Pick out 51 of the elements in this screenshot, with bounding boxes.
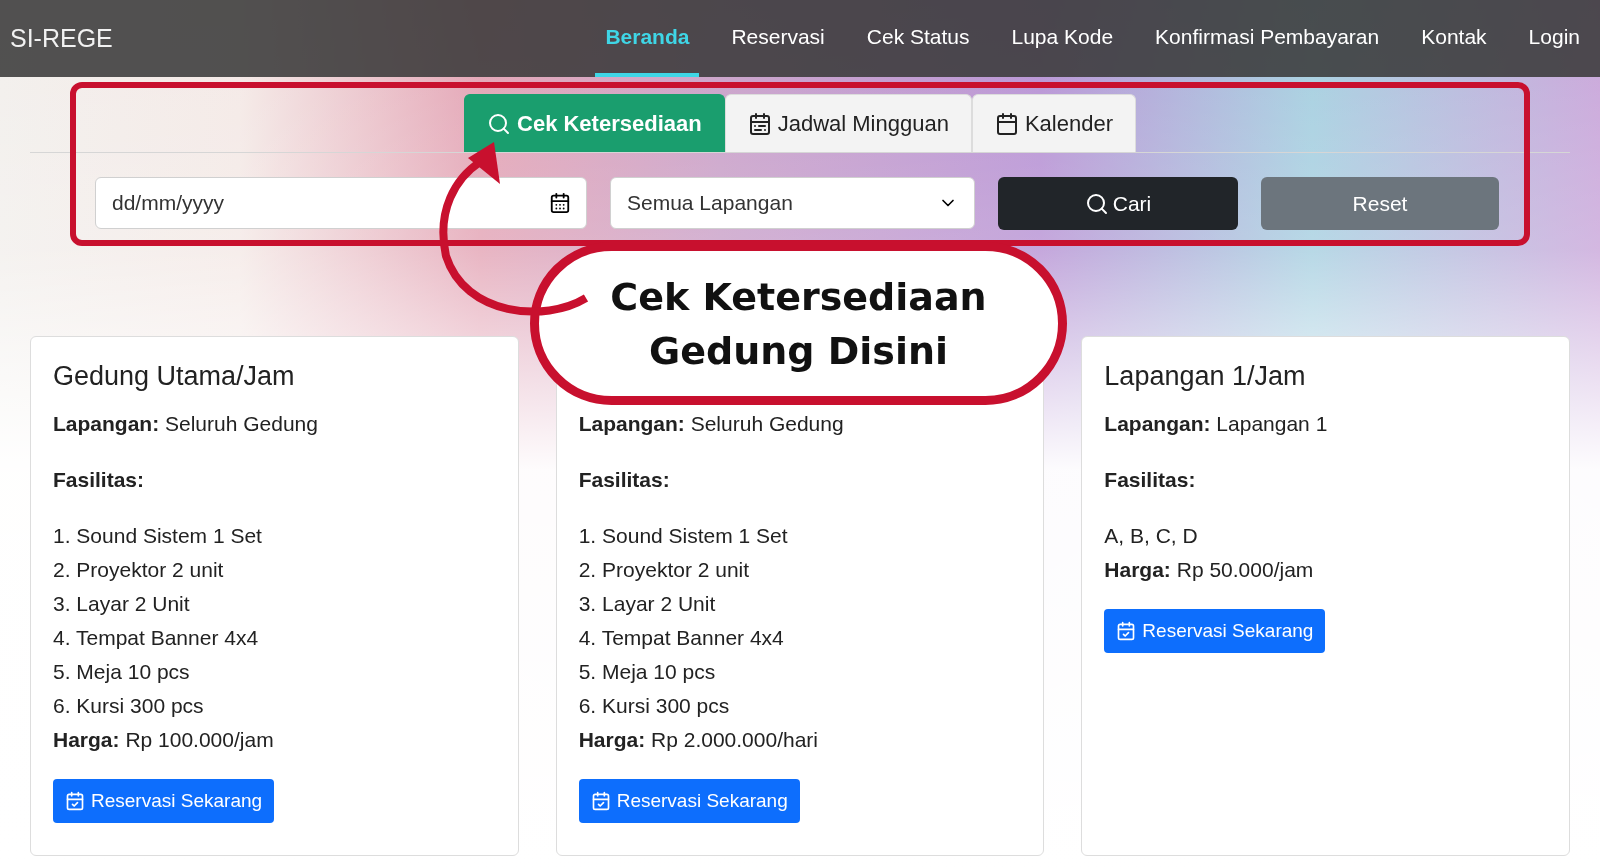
search-button[interactable]: Cari (998, 177, 1238, 230)
nav-link[interactable]: Kontak (1411, 0, 1497, 77)
nav-link[interactable]: Konfirmasi Pembayaran (1145, 0, 1390, 77)
nav-link[interactable]: Reservasi (721, 0, 835, 77)
facility-item: 3. Layar 2 Unit (53, 591, 191, 617)
price-info: Harga: Rp 50.000/jam (1104, 557, 1315, 583)
nav-link[interactable]: Cek Status (856, 0, 980, 77)
calendar-check-icon (1116, 621, 1137, 641)
court-info: Lapangan: Lapangan 1 (1104, 411, 1329, 437)
facility-item: 4. Tempat Banner 4x4 (53, 625, 260, 651)
callout-text: Cek Ketersediaan (610, 273, 987, 321)
facility-item: 6. Kursi 300 pcs (53, 693, 205, 719)
tab[interactable]: Jadwal Mingguan (724, 94, 972, 152)
facility-item: 1. Sound Sistem 1 Set (578, 523, 789, 549)
facilities-label: Fasilitas: (1104, 467, 1197, 493)
calendar-icon (994, 111, 1019, 136)
reserve-button[interactable]: Reservasi Sekarang (1104, 609, 1326, 653)
facilities-label: Fasilitas: (53, 467, 146, 493)
facility-item: 4. Tempat Banner 4x4 (578, 625, 785, 651)
court-select[interactable]: Semua Lapangan (610, 177, 975, 229)
facility-item: 5. Meja 10 pcs (578, 659, 717, 685)
callout-text: Gedung Disini (649, 327, 948, 375)
calendar-icon (747, 111, 772, 136)
calendar-icon (549, 192, 571, 214)
card-title: Lapangan 1/Jam (1104, 361, 1307, 393)
facility-item: 6. Kursi 300 pcs (578, 693, 731, 719)
nav-link[interactable]: Login (1518, 0, 1590, 77)
price-info: Harga: Rp 100.000/jam (53, 727, 275, 753)
reserve-button[interactable]: Reservasi Sekarang (53, 779, 275, 823)
tab[interactable]: Kalender (971, 94, 1136, 152)
reserve-button[interactable]: Reservasi Sekarang (578, 779, 800, 823)
brand-name: SI-REGE (10, 24, 113, 53)
search-icon (1084, 191, 1109, 216)
nav-link[interactable]: Beranda (595, 0, 700, 77)
nav-link[interactable]: Lupa Kode (1001, 0, 1124, 77)
search-icon (487, 111, 511, 136)
facility-item: A, B, C, D (1104, 523, 1199, 549)
facility-item: 2. Proyektor 2 unit (53, 557, 225, 583)
facility-item: 2. Proyektor 2 unit (578, 557, 751, 583)
court-info: Lapangan: Seluruh Gedung (53, 411, 319, 437)
reset-button[interactable]: Reset (1261, 177, 1499, 230)
card-title: Gedung Utama/Jam (53, 361, 296, 393)
price-info: Harga: Rp 2.000.000/hari (578, 727, 819, 753)
date-field[interactable]: dd/mm/yyyy (95, 177, 587, 229)
calendar-check-icon (590, 791, 611, 811)
facilities-label: Fasilitas: (578, 467, 671, 493)
facility-item: 5. Meja 10 pcs (53, 659, 191, 685)
court-info: Lapangan: Seluruh Gedung (578, 411, 845, 437)
calendar-check-icon (65, 791, 85, 811)
facility-item: 1. Sound Sistem 1 Set (53, 523, 263, 549)
facility-item: 3. Layar 2 Unit (578, 591, 717, 617)
